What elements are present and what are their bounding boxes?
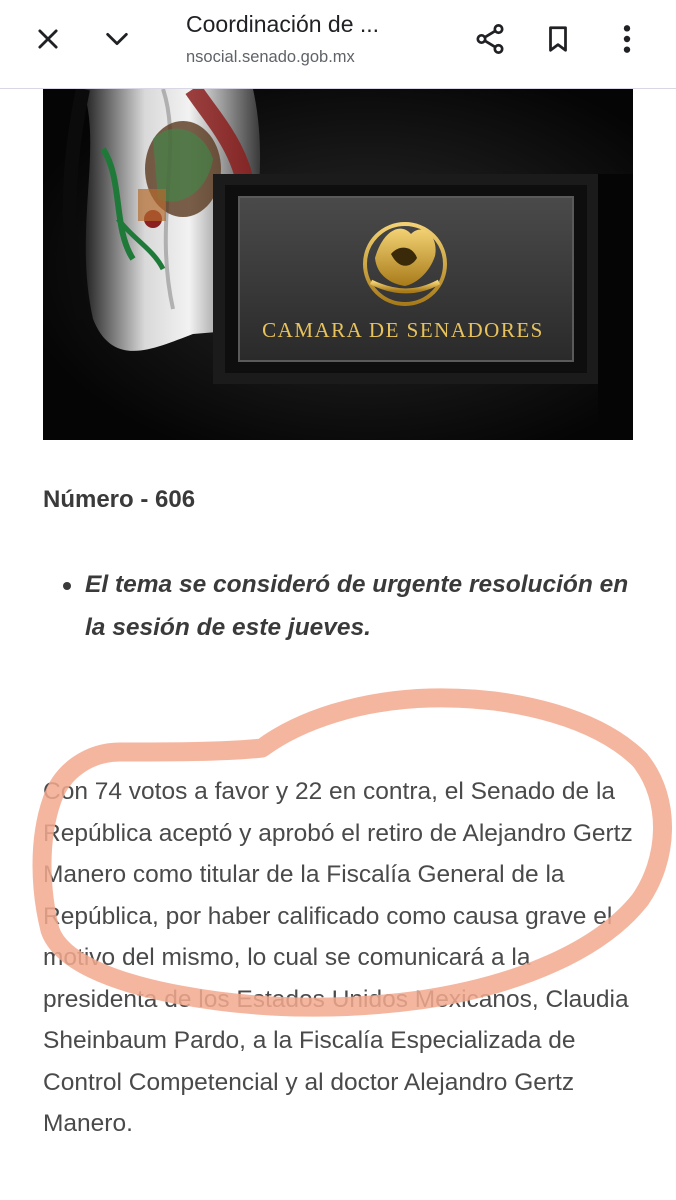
close-button[interactable]	[26, 14, 70, 64]
summary-bullet-text: El tema se consideró de urgente resoluci…	[85, 571, 629, 641]
browser-toolbar: Coordinación de ... nsocial.senado.gob.m…	[0, 0, 676, 89]
bulletin-number: Número - 606	[43, 486, 196, 513]
more-options-button[interactable]	[605, 14, 649, 64]
plaque-text: CAMARA DE SENADORES	[262, 318, 544, 342]
more-vert-icon	[623, 25, 631, 53]
article-paragraph: Con 74 votos a favor y 22 en contra, el …	[43, 778, 633, 1137]
chevron-down-icon	[106, 32, 128, 46]
summary-bullets: El tema se consideró de urgente resoluci…	[43, 563, 643, 649]
bullet-dot	[63, 582, 71, 590]
page-url: nsocial.senado.gob.mx	[186, 48, 355, 66]
bookmark-button[interactable]	[536, 14, 580, 64]
title-area[interactable]: Coordinación de ... nsocial.senado.gob.m…	[186, 10, 456, 69]
page-title: Coordinación de ...	[186, 11, 380, 37]
summary-bullet: El tema se consideró de urgente resoluci…	[43, 563, 643, 649]
collapse-button[interactable]	[95, 14, 139, 64]
senate-plaque-illustration: CAMARA DE SENADORES	[43, 89, 633, 440]
share-button[interactable]	[468, 14, 512, 64]
close-icon	[38, 29, 58, 49]
share-icon	[476, 24, 504, 54]
bookmark-icon	[549, 26, 567, 52]
article-hero-image: CAMARA DE SENADORES	[43, 89, 633, 440]
